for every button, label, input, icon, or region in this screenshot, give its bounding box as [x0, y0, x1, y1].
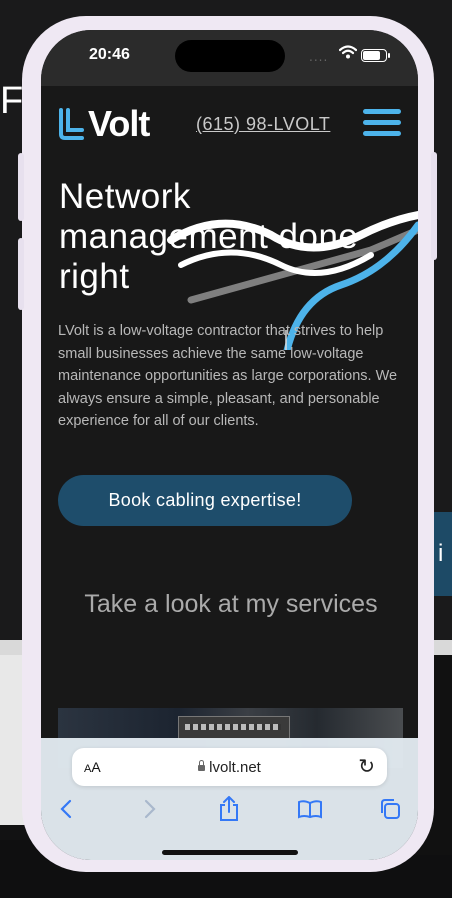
dynamic-island [175, 40, 285, 72]
volume-button [18, 238, 24, 310]
tabs-icon[interactable] [379, 798, 401, 820]
background-button-label: i [438, 540, 444, 567]
lock-icon [198, 760, 206, 771]
signal-icon: .... [309, 50, 329, 64]
action-button [18, 153, 24, 221]
book-cabling-button[interactable]: Book cabling expertise! [58, 475, 352, 526]
reload-icon[interactable]: ↻ [358, 754, 375, 779]
lvolt-logo[interactable]: Volt [58, 103, 150, 144]
hero-description: LVolt is a low-voltage contractor that s… [58, 323, 398, 429]
url-text: lvolt.net [209, 759, 261, 776]
battery-icon [361, 49, 387, 62]
power-button [431, 152, 437, 260]
home-indicator [162, 850, 298, 855]
status-bar: 20:46 .... [41, 30, 418, 86]
address-bar[interactable]: AA lvolt.net ↻ [72, 748, 387, 786]
share-icon[interactable] [218, 796, 240, 822]
wifi-icon [339, 45, 357, 59]
hamburger-menu-icon[interactable] [363, 109, 401, 137]
services-heading: Take a look at my services [84, 590, 378, 618]
phone-link[interactable]: (615) 98-LVOLT [196, 114, 330, 135]
status-time: 20:46 [89, 46, 130, 63]
battery-tip [388, 53, 390, 58]
safari-toolbar: AA lvolt.net ↻ [41, 738, 418, 860]
back-icon[interactable] [59, 798, 73, 820]
logo-text: Volt [88, 103, 150, 144]
background-glyph: F [0, 80, 24, 122]
phone-screen: 20:46 .... Volt (615) 98-LVOLT Network m… [41, 30, 418, 860]
bookmarks-icon[interactable] [297, 799, 323, 819]
network-switch-image [178, 716, 290, 740]
url-label: lvolt.net [72, 759, 387, 776]
logo-mark-icon [59, 108, 84, 140]
hero-title: Network management done right [59, 177, 359, 296]
forward-icon[interactable] [143, 798, 157, 820]
